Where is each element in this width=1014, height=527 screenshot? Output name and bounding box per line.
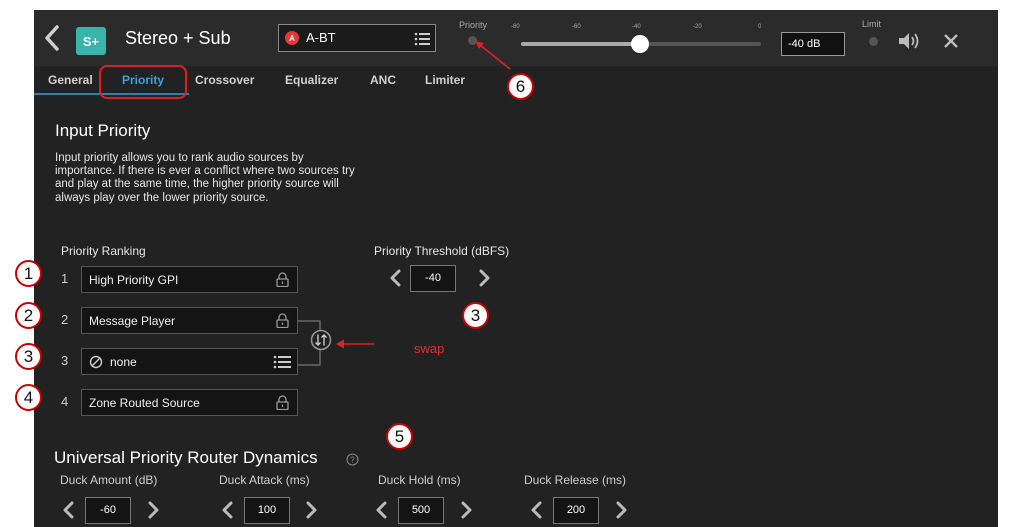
list-icon[interactable] <box>273 354 291 370</box>
svg-text:?: ? <box>350 456 355 465</box>
duck-release-increment-icon[interactable] <box>616 501 628 519</box>
tick-label: -60 <box>572 24 581 30</box>
limit-label: Limit <box>862 19 882 29</box>
zone-header: S+ Stereo + Sub A A-BT Priority -80 -60 … <box>34 10 998 66</box>
limit-led <box>869 37 878 46</box>
duck-hold-increment-icon[interactable] <box>461 501 473 519</box>
duck-hold-decrement-icon[interactable] <box>375 501 387 519</box>
duck-attack-decrement-icon[interactable] <box>221 501 233 519</box>
tab-limiter[interactable]: Limiter <box>425 73 465 87</box>
duck-hold-label: Duck Hold (ms) <box>378 473 461 487</box>
callout-arrow <box>474 40 514 72</box>
lock-icon <box>276 395 289 410</box>
section-title: Input Priority <box>55 121 151 140</box>
lock-icon <box>276 313 289 328</box>
list-icon[interactable] <box>414 31 430 47</box>
source-badge: A <box>285 31 299 45</box>
tick-label: -40 <box>632 24 641 30</box>
rank-source-name: none <box>110 355 137 369</box>
rank-number: 4 <box>61 394 69 409</box>
duck-release-decrement-icon[interactable] <box>530 501 542 519</box>
rank-number: 3 <box>61 353 69 368</box>
rank-field[interactable]: Message Player <box>81 307 298 334</box>
priority-label: Priority <box>459 20 488 30</box>
rank-source-name: Message Player <box>89 314 176 328</box>
duck-release-value[interactable]: 200 <box>553 497 599 524</box>
tick-label: -80 <box>511 24 520 30</box>
rank-number: 1 <box>61 271 69 286</box>
zone-name: Stereo + Sub <box>125 28 231 48</box>
help-icon[interactable]: ? <box>346 453 359 466</box>
tab-equalizer[interactable]: Equalizer <box>285 73 338 87</box>
duck-attack-value[interactable]: 100 <box>244 497 290 524</box>
none-icon <box>89 355 103 369</box>
tab-general[interactable]: General <box>48 73 93 87</box>
source-selector[interactable]: A A-BT <box>278 24 436 52</box>
tab-anc[interactable]: ANC <box>370 73 396 87</box>
section-description: Input priority allows you to rank audio … <box>55 152 355 204</box>
annotation-callout: 6 <box>507 73 534 100</box>
threshold-increment-icon[interactable] <box>479 269 491 287</box>
swap-annotation-label: swap <box>414 341 445 356</box>
rank-source-name: High Priority GPI <box>89 273 179 287</box>
annotation-callout: 5 <box>386 423 413 450</box>
volume-value-field[interactable]: -40 dB <box>781 32 845 56</box>
duck-amount-decrement-icon[interactable] <box>62 501 74 519</box>
speaker-icon[interactable] <box>898 32 920 50</box>
close-icon[interactable] <box>943 33 959 49</box>
rank-source-name: Zone Routed Source <box>89 396 200 410</box>
duck-hold-value[interactable]: 500 <box>398 497 444 524</box>
ranking-label: Priority Ranking <box>61 244 146 258</box>
threshold-decrement-icon[interactable] <box>389 269 401 287</box>
duck-amount-label: Duck Amount (dB) <box>60 473 158 487</box>
volume-slider-fill <box>521 42 638 46</box>
lock-icon <box>276 272 289 287</box>
threshold-label: Priority Threshold (dBFS) <box>374 244 510 258</box>
annotation-callout: 2 <box>15 302 42 329</box>
rank-field[interactable]: none <box>81 348 298 375</box>
back-chevron-icon[interactable] <box>42 24 62 52</box>
tab-crossover[interactable]: Crossover <box>195 73 254 87</box>
annotation-callout: 1 <box>15 260 42 287</box>
app-window: S+ Stereo + Sub A A-BT Priority -80 -60 … <box>34 10 998 527</box>
annotation-callout: 3 <box>15 343 42 370</box>
tick-label: -20 <box>693 24 702 30</box>
volume-slider-thumb[interactable] <box>631 35 649 53</box>
duck-amount-value[interactable]: -60 <box>85 497 131 524</box>
rank-field[interactable]: Zone Routed Source <box>81 389 298 416</box>
rank-number: 2 <box>61 312 69 327</box>
source-name: A-BT <box>306 30 336 45</box>
duck-amount-increment-icon[interactable] <box>148 501 160 519</box>
annotation-callout: 4 <box>15 384 42 411</box>
rank-field[interactable]: High Priority GPI <box>81 266 298 293</box>
duck-attack-label: Duck Attack (ms) <box>219 473 310 487</box>
swap-arrow <box>336 338 376 350</box>
threshold-value[interactable]: -40 <box>410 265 456 292</box>
zone-badge: S+ <box>76 27 106 55</box>
swap-icon[interactable] <box>310 329 332 351</box>
duck-release-label: Duck Release (ms) <box>524 473 627 487</box>
tick-label: 0 <box>758 24 762 30</box>
duck-attack-increment-icon[interactable] <box>306 501 318 519</box>
annotation-callout: 3 <box>462 302 489 329</box>
priority-tab-highlight <box>99 65 187 99</box>
dynamics-title: Universal Priority Router Dynamics <box>54 448 318 467</box>
